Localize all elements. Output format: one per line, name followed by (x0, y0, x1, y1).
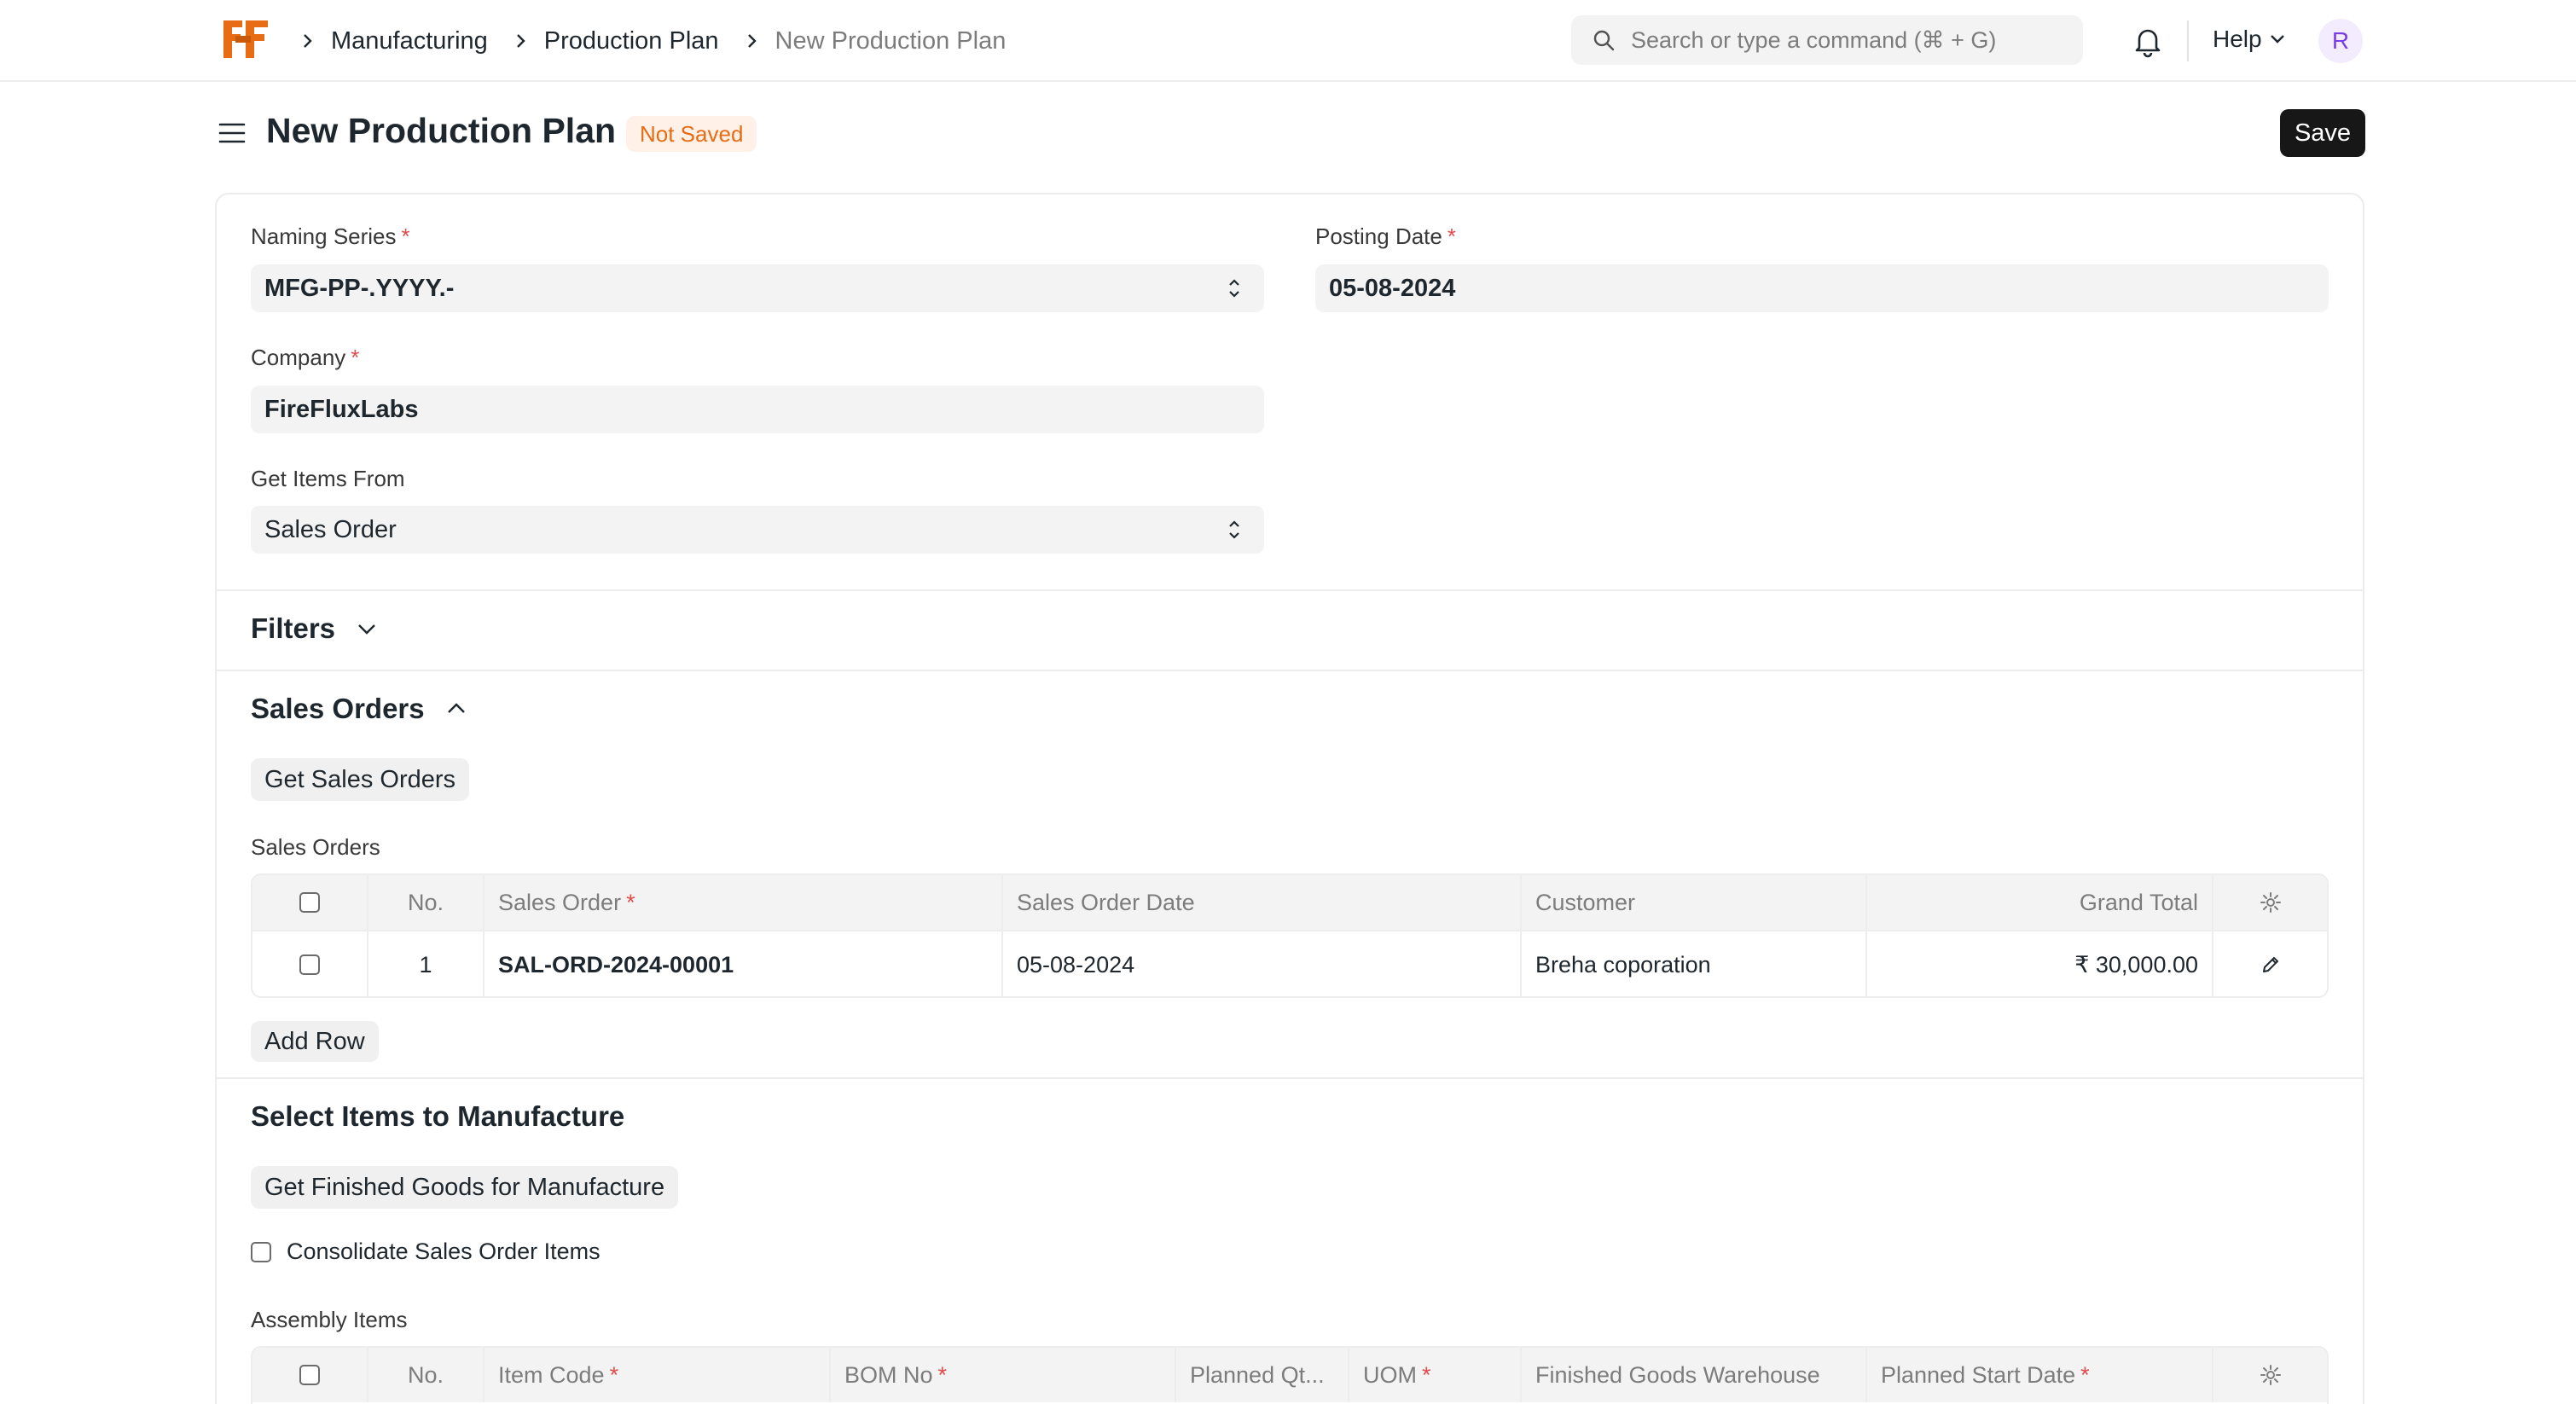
get-items-from-select[interactable]: Sales Order (251, 506, 1264, 554)
checkbox[interactable] (251, 1241, 271, 1262)
breadcrumb-production-plan[interactable]: Production Plan (544, 27, 719, 55)
chevron-right-icon (741, 30, 763, 52)
chevron-down-icon (358, 624, 375, 635)
sales-orders-section-toggle[interactable]: Sales Orders (251, 693, 467, 725)
breadcrumb-manufacturing[interactable]: Manufacturing (331, 27, 488, 55)
posting-date-input[interactable]: 05-08-2024 (1315, 264, 2329, 312)
navbar-divider (2187, 20, 2189, 61)
page-title: New Production Plan (266, 111, 617, 150)
column-item-code: Item Code * (484, 1348, 831, 1402)
row-sales-order-date[interactable]: 05-08-2024 (1003, 931, 1522, 996)
grid-settings-icon[interactable] (2213, 875, 2327, 930)
add-row-button[interactable]: Add Row (251, 1021, 379, 1062)
select-arrows-icon (1229, 520, 1239, 539)
help-label: Help (2213, 26, 2262, 52)
table-row[interactable]: 1 SAL-ORD-2024-00001 05-08-2024 Breha co… (252, 930, 2327, 996)
chevron-up-icon (447, 703, 465, 713)
filters-section-toggle[interactable]: Filters (251, 612, 378, 645)
table-header: No. Item Code * BOM No * Planned Qt... UOM… (252, 1348, 2327, 1402)
company-label: Company * (251, 345, 360, 370)
company-value: FireFluxLabs (264, 395, 419, 423)
column-bom-no: BOM No * (831, 1348, 1176, 1402)
table-header: No. Sales Order * Sales Order Date Custom… (252, 875, 2327, 930)
app-logo[interactable] (220, 17, 271, 61)
naming-series-select[interactable]: MFG-PP-.YYYY.- (251, 264, 1264, 312)
assembly-items-table-label: Assembly Items (251, 1307, 408, 1332)
section-divider (217, 1077, 2363, 1079)
consolidate-sales-order-items-checkbox[interactable]: Consolidate Sales Order Items (251, 1239, 600, 1265)
consolidate-label: Consolidate Sales Order Items (287, 1239, 600, 1264)
manufacture-section-title: Select Items to Manufacture (251, 1100, 625, 1132)
row-no: 1 (368, 931, 484, 996)
navbar: Manufacturing Production Plan New Produc… (0, 0, 2576, 82)
get-sales-orders-button[interactable]: Get Sales Orders (251, 758, 470, 801)
search-input[interactable]: Search or type a command (⌘ + G) (1571, 15, 2083, 65)
assembly-items-table: No. Item Code * BOM No * Planned Qt... UOM… (251, 1346, 2329, 1404)
company-input[interactable]: FireFluxLabs (251, 386, 1264, 433)
filters-title: Filters (251, 612, 336, 644)
breadcrumb: Manufacturing Production Plan New Produc… (297, 0, 1028, 82)
select-all-checkbox[interactable] (252, 1348, 368, 1402)
section-divider (217, 670, 2363, 671)
column-no: No. (368, 875, 484, 930)
search-icon (1593, 30, 1615, 51)
status-badge: Not Saved (626, 116, 757, 152)
help-dropdown[interactable]: Help (2213, 26, 2286, 53)
column-sales-order: Sales Order * (484, 875, 1003, 930)
chevron-down-icon (2270, 35, 2284, 44)
sales-orders-table: No. Sales Order * Sales Order Date Custom… (251, 873, 2329, 998)
column-planned-start-date: Planned Start Date * (1867, 1348, 2213, 1402)
chevron-right-icon (297, 30, 319, 52)
breadcrumb-current: New Production Plan (775, 26, 1007, 55)
sidebar-toggle-icon[interactable] (217, 118, 247, 148)
get-items-from-value: Sales Order (264, 515, 397, 543)
select-arrows-icon (1229, 279, 1239, 298)
naming-series-value: MFG-PP-.YYYY.- (264, 274, 455, 302)
sales-orders-table-label: Sales Orders (251, 834, 380, 860)
save-button[interactable]: Save (2280, 109, 2365, 157)
column-no: No. (368, 1348, 484, 1402)
posting-date-value: 05-08-2024 (1329, 274, 1456, 302)
column-uom: UOM * (1349, 1348, 1522, 1402)
sales-orders-title: Sales Orders (251, 693, 425, 724)
column-grand-total: Grand Total (1867, 875, 2213, 930)
column-customer: Customer (1522, 875, 1867, 930)
row-customer[interactable]: Breha coporation (1522, 931, 1867, 996)
column-sales-order-date: Sales Order Date (1003, 875, 1522, 930)
avatar[interactable]: R (2318, 19, 2363, 63)
row-checkbox[interactable] (252, 931, 368, 996)
section-divider (217, 589, 2363, 591)
form-card (215, 193, 2364, 1404)
edit-row-icon[interactable] (2213, 931, 2327, 996)
chevron-right-icon (510, 30, 532, 52)
row-sales-order[interactable]: SAL-ORD-2024-00001 (484, 931, 1003, 996)
bell-icon[interactable] (2131, 24, 2165, 58)
naming-series-label: Naming Series * (251, 223, 410, 249)
get-items-from-label: Get Items From (251, 466, 405, 491)
get-finished-goods-button[interactable]: Get Finished Goods for Manufacture (251, 1166, 679, 1209)
column-finished-goods-warehouse: Finished Goods Warehouse (1522, 1348, 1867, 1402)
select-all-checkbox[interactable] (252, 875, 368, 930)
column-planned-qty: Planned Qt... (1176, 1348, 1349, 1402)
search-placeholder: Search or type a command (⌘ + G) (1631, 26, 1997, 53)
grid-settings-icon[interactable] (2213, 1348, 2327, 1402)
row-grand-total[interactable]: ₹ 30,000.00 (1867, 931, 2213, 996)
posting-date-label: Posting Date * (1315, 223, 1456, 249)
